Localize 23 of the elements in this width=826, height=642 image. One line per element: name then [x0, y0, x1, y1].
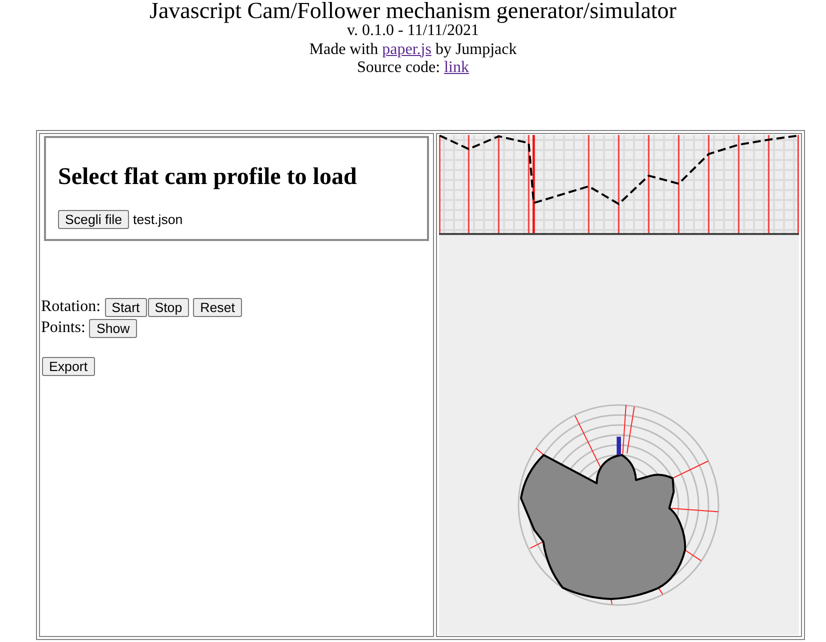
follower-marker	[616, 436, 621, 454]
loader-heading: Select flat cam profile to load	[58, 164, 358, 190]
library-link[interactable]: paper.js	[382, 40, 432, 58]
file-name-text: test.json	[133, 212, 183, 226]
control-label: Points:	[41, 319, 86, 337]
choose-file-button[interactable]: Scegli file	[58, 210, 130, 228]
source-code-text: Source code: link	[356, 59, 470, 78]
page-title: Javascript Cam/Follower mechanism generator/simulator	[148, 0, 678, 22]
version-text: v. 0.1.0 - 11/11/2021	[346, 22, 480, 40]
radial-marker-line	[684, 549, 702, 561]
credits-text: Made with paper.js by Jumpjack	[308, 40, 518, 59]
control-label: Rotation:	[41, 298, 101, 316]
radial-marker-line	[670, 507, 719, 512]
radial-marker-line	[673, 460, 709, 478]
radial-marker-line	[530, 540, 544, 548]
source-link[interactable]: link	[444, 59, 469, 76]
control-button[interactable]: Reset	[193, 298, 242, 316]
radial-marker-line	[574, 414, 602, 468]
export-button[interactable]: Export	[42, 356, 95, 376]
control-button[interactable]: Show	[89, 318, 137, 338]
control-button[interactable]: Start	[104, 298, 147, 316]
control-button[interactable]: Stop	[148, 298, 190, 316]
radial-marker-line	[536, 447, 544, 455]
